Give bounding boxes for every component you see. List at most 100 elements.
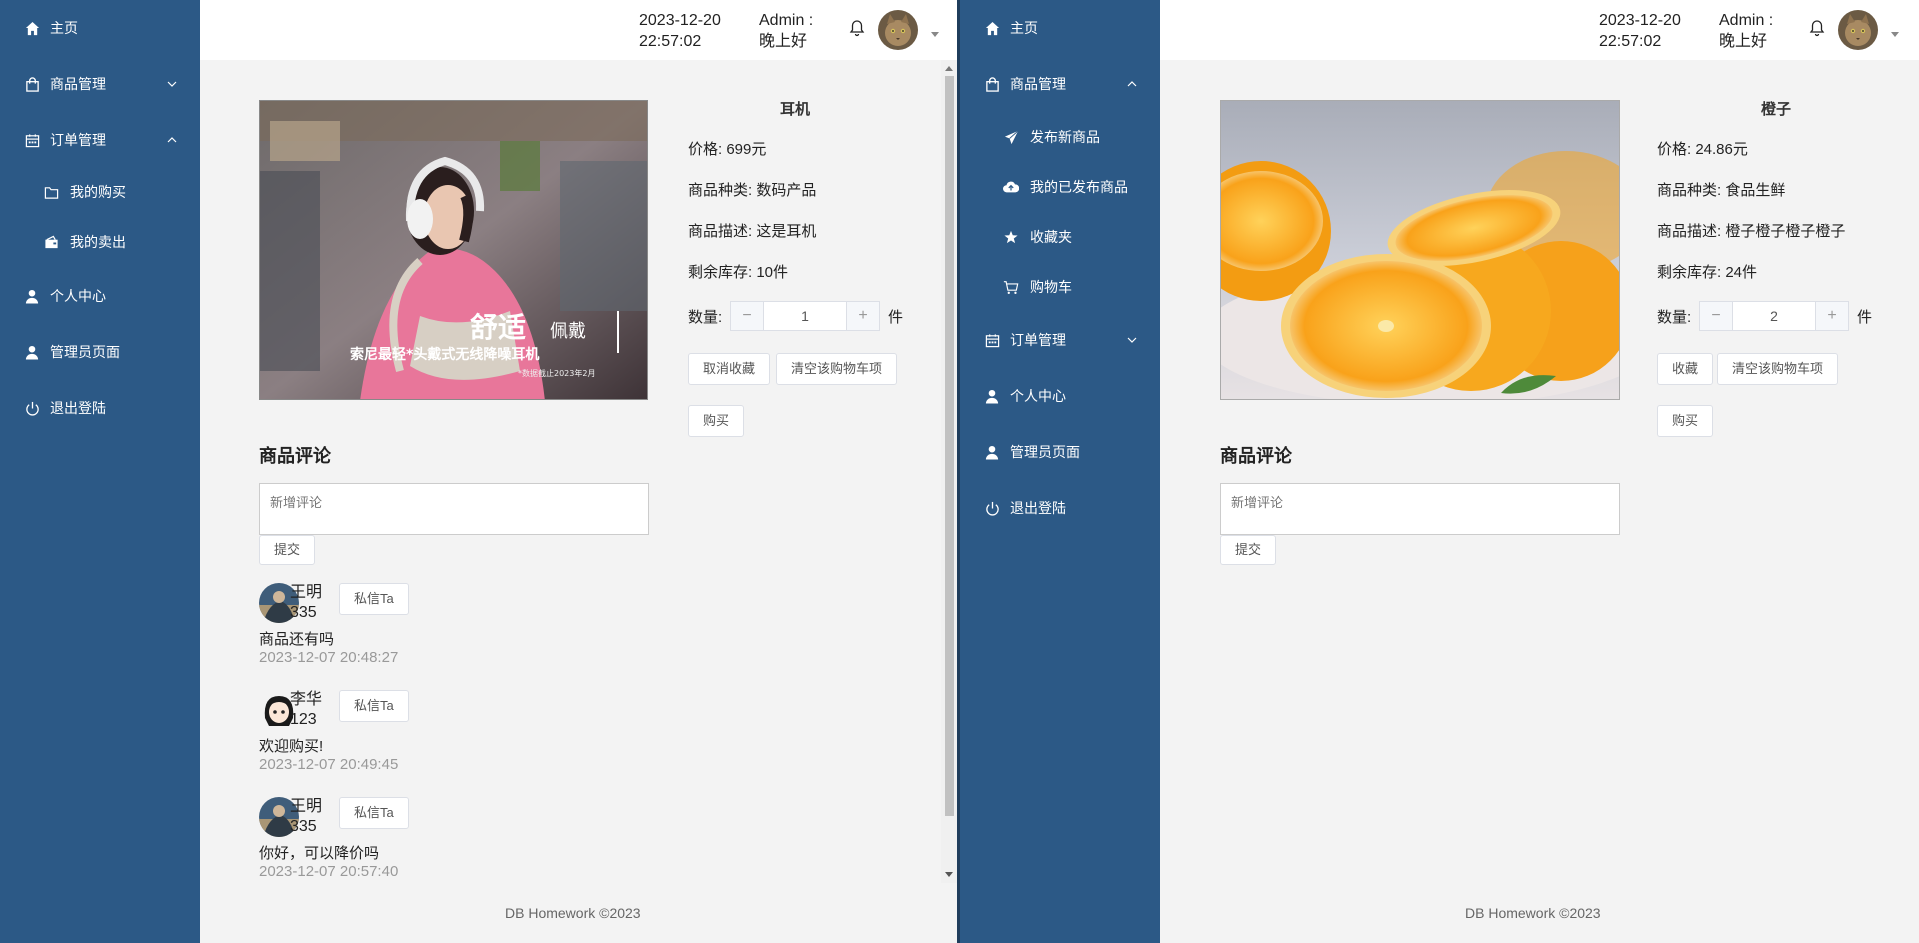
product-stock: 剩余库存: 10件 — [688, 264, 789, 281]
new-comment-input[interactable] — [1220, 483, 1620, 535]
sidebar-item-home[interactable]: 主页 — [960, 8, 1160, 48]
quantity-label: 数量: — [1657, 308, 1692, 326]
comment-time: 2023-12-07 20:49:45 — [259, 756, 399, 773]
product-image-carousel[interactable] — [1220, 100, 1620, 400]
scroll-down-arrow[interactable] — [945, 872, 953, 877]
sidebar-item-label: 商品管理 — [50, 76, 106, 92]
user-icon — [983, 443, 1001, 461]
comment-text: 欢迎购买! — [259, 738, 324, 755]
bell-icon[interactable] — [849, 19, 867, 37]
star-icon — [1002, 228, 1020, 246]
comment-text: 商品还有吗 — [259, 631, 335, 648]
sidebar-item-label: 我的购买 — [70, 184, 126, 200]
shopping-bag-icon — [983, 75, 1001, 93]
sidebar-item-personal-center[interactable]: 个人中心 — [960, 376, 1160, 416]
sidebar-item-admin-page[interactable]: 管理员页面 — [960, 432, 1160, 472]
vertical-scrollbar[interactable] — [941, 60, 958, 883]
quantity-label: 数量: — [688, 308, 723, 326]
sidebar-item-label: 商品管理 — [1010, 76, 1066, 92]
bell-icon[interactable] — [1809, 19, 1827, 37]
left-window: 主页 商品管理 订单管理 我的购买 我的卖出 个人中心 管理员页面 退出登陆 2… — [0, 0, 958, 943]
favorite-button[interactable]: 收藏 — [1657, 353, 1714, 385]
wallet-icon — [42, 233, 60, 251]
sidebar-item-my-sales[interactable]: 我的卖出 — [0, 222, 200, 262]
image-headline: 舒适 — [470, 311, 526, 344]
sidebar-item-my-purchases[interactable]: 我的购买 — [0, 172, 200, 212]
sidebar-item-logout[interactable]: 退出登陆 — [0, 388, 200, 428]
header-datetime: 2023-12-20 22:57:02 — [639, 10, 739, 52]
sidebar-item-label: 个人中心 — [1010, 388, 1066, 404]
sidebar-item-label: 收藏夹 — [1030, 229, 1072, 245]
sidebar: 主页 商品管理 发布新商品 我的已发布商品 收藏夹 购物车 订单管理 个人中心 … — [960, 0, 1160, 943]
sidebar-item-admin-page[interactable]: 管理员页面 — [0, 332, 200, 372]
quantity-unit: 件 — [1857, 308, 1873, 326]
clear-cart-item-button[interactable]: 清空该购物车项 — [1717, 353, 1839, 385]
sidebar-item-home[interactable]: 主页 — [0, 8, 200, 48]
avatar[interactable] — [1838, 10, 1878, 50]
user-icon — [983, 387, 1001, 405]
sidebar-item-logout[interactable]: 退出登陆 — [960, 488, 1160, 528]
product-description: 商品描述: 这是耳机 — [688, 223, 817, 240]
avatar[interactable] — [878, 10, 918, 50]
chevron-down-icon — [1124, 332, 1140, 348]
image-footnote: *数据截止2023年2月 — [518, 368, 595, 378]
header-date: 2023-12-20 — [639, 12, 721, 29]
top-header: 2023-12-20 22:57:02 Admin : 晚上好 — [1160, 0, 1919, 60]
sidebar-item-my-published[interactable]: 我的已发布商品 — [960, 167, 1160, 207]
sidebar-item-label: 我的卖出 — [70, 234, 126, 250]
calendar-icon — [23, 131, 41, 149]
sidebar-item-label: 管理员页面 — [50, 344, 120, 360]
sidebar-item-label: 退出登陆 — [1010, 500, 1066, 516]
header-time: 22:57:02 — [639, 33, 702, 50]
sidebar-item-personal-center[interactable]: 个人中心 — [0, 276, 200, 316]
quantity-input[interactable]: 1 — [763, 302, 847, 330]
new-comment-input[interactable] — [259, 483, 649, 535]
sidebar-item-publish-new[interactable]: 发布新商品 — [960, 117, 1160, 157]
scroll-up-arrow[interactable] — [945, 66, 953, 71]
sidebar-item-goods-management[interactable]: 商品管理 — [0, 64, 200, 104]
message-user-button[interactable]: 私信Ta — [339, 583, 409, 615]
comment-item: 王明335 私信Ta 商品还有吗 2023-12-07 20:48:27 — [259, 583, 559, 691]
chevron-up-icon — [164, 132, 180, 148]
power-icon — [23, 399, 41, 417]
shopping-cart-icon — [1002, 278, 1020, 296]
quantity-box: − 2 + — [1699, 301, 1849, 331]
submit-comment-button[interactable]: 提交 — [259, 535, 316, 565]
home-icon — [23, 19, 41, 37]
message-user-button[interactable]: 私信Ta — [339, 690, 409, 722]
scroll-thumb[interactable] — [945, 76, 954, 816]
sidebar-item-order-management[interactable]: 订单管理 — [960, 320, 1160, 360]
product-price: 价格: 699元 — [688, 141, 767, 158]
comment-username: 王明335 — [290, 584, 323, 621]
product-category: 商品种类: 数码产品 — [688, 182, 817, 199]
increment-button[interactable]: + — [1816, 302, 1848, 330]
unfavorite-button[interactable]: 取消收藏 — [688, 353, 771, 385]
increment-button[interactable]: + — [847, 302, 879, 330]
decrement-button[interactable]: − — [1700, 302, 1732, 330]
clear-cart-item-button[interactable]: 清空该购物车项 — [776, 353, 898, 385]
caret-down-icon[interactable] — [1890, 26, 1900, 37]
product-name: 橙子 — [1760, 101, 1791, 118]
sidebar-item-cart[interactable]: 购物车 — [960, 267, 1160, 307]
sidebar-item-goods-management[interactable]: 商品管理 — [960, 64, 1160, 104]
header-date: 2023-12-20 — [1599, 12, 1681, 29]
quantity-box: − 1 + — [730, 301, 880, 331]
footer: DB Homework ©2023 — [1465, 905, 1601, 921]
sidebar-item-order-management[interactable]: 订单管理 — [0, 120, 200, 160]
decrement-button[interactable]: − — [731, 302, 763, 330]
buy-button[interactable]: 购买 — [688, 405, 745, 437]
message-user-button[interactable]: 私信Ta — [339, 797, 409, 829]
sidebar-item-favorites[interactable]: 收藏夹 — [960, 217, 1160, 257]
product-price: 价格: 24.86元 — [1657, 141, 1748, 158]
sidebar-item-label: 发布新商品 — [1030, 129, 1100, 145]
buy-button[interactable]: 购买 — [1657, 405, 1714, 437]
header-greeting: Admin : 晚上好 — [1719, 12, 1774, 50]
caret-down-icon[interactable] — [930, 26, 940, 37]
comment-text: 你好，可以降价吗 — [259, 845, 380, 862]
image-subtitle: 索尼最轻*头戴式无线降噪耳机 — [350, 346, 539, 363]
sidebar-item-label: 主页 — [1010, 20, 1038, 36]
quantity-input[interactable]: 2 — [1732, 302, 1816, 330]
submit-comment-button[interactable]: 提交 — [1220, 535, 1277, 565]
sidebar-item-label: 主页 — [50, 20, 78, 36]
product-image-carousel[interactable]: 舒适 佩戴 索尼最轻*头戴式无线降噪耳机 *数据截止2023年2月 — [259, 100, 648, 400]
